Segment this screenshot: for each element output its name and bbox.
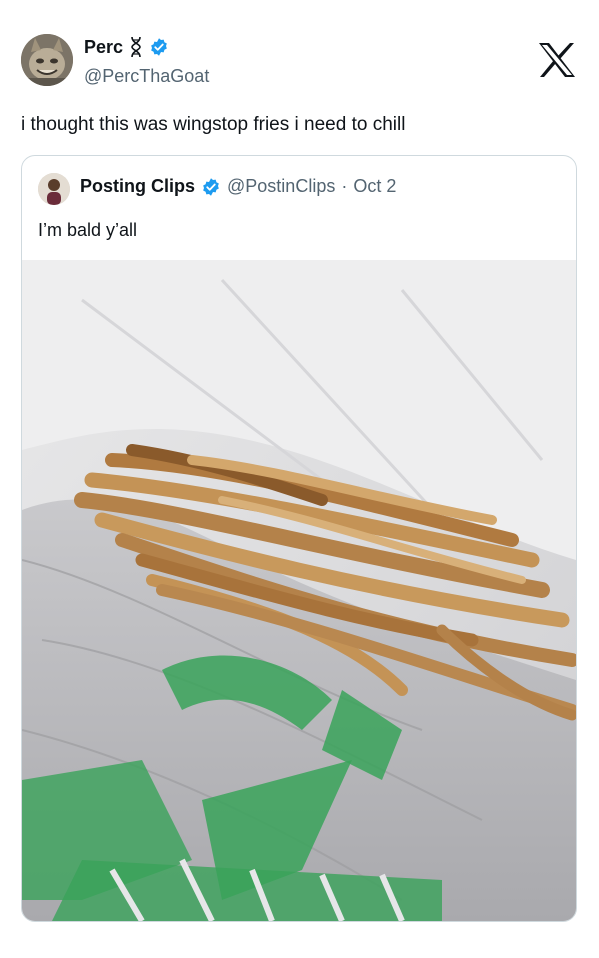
- quoted-tweet[interactable]: Posting Clips @PostinClips · Oct 2 I’m b…: [21, 155, 577, 922]
- quoted-header: Posting Clips @PostinClips · Oct 2: [80, 176, 396, 197]
- quoted-handle[interactable]: @PostinClips: [227, 176, 335, 197]
- dna-icon: [131, 36, 141, 58]
- avatar[interactable]: [21, 34, 73, 86]
- tweet-card: Perc @PercThaGoat i thought this was win…: [0, 0, 599, 958]
- quoted-text: I’m bald y’all: [38, 220, 138, 240]
- cat-avatar-icon: [21, 34, 73, 86]
- tweet-text: i thought this was wingstop fries i need…: [21, 114, 406, 135]
- verified-badge-icon: [151, 38, 167, 56]
- quoted-display-name[interactable]: Posting Clips: [80, 176, 195, 197]
- separator-dot: ·: [341, 176, 348, 196]
- x-logo-icon[interactable]: [538, 42, 576, 78]
- author-handle[interactable]: @PercThaGoat: [84, 66, 209, 87]
- author-name-row: Perc: [84, 36, 169, 58]
- quoted-photo[interactable]: [22, 260, 576, 921]
- quoted-date[interactable]: Oct 2: [353, 176, 396, 197]
- person-avatar-icon: [38, 173, 70, 205]
- display-name[interactable]: Perc: [84, 37, 123, 58]
- quoted-avatar[interactable]: [38, 173, 70, 205]
- verified-badge-icon: [203, 177, 219, 196]
